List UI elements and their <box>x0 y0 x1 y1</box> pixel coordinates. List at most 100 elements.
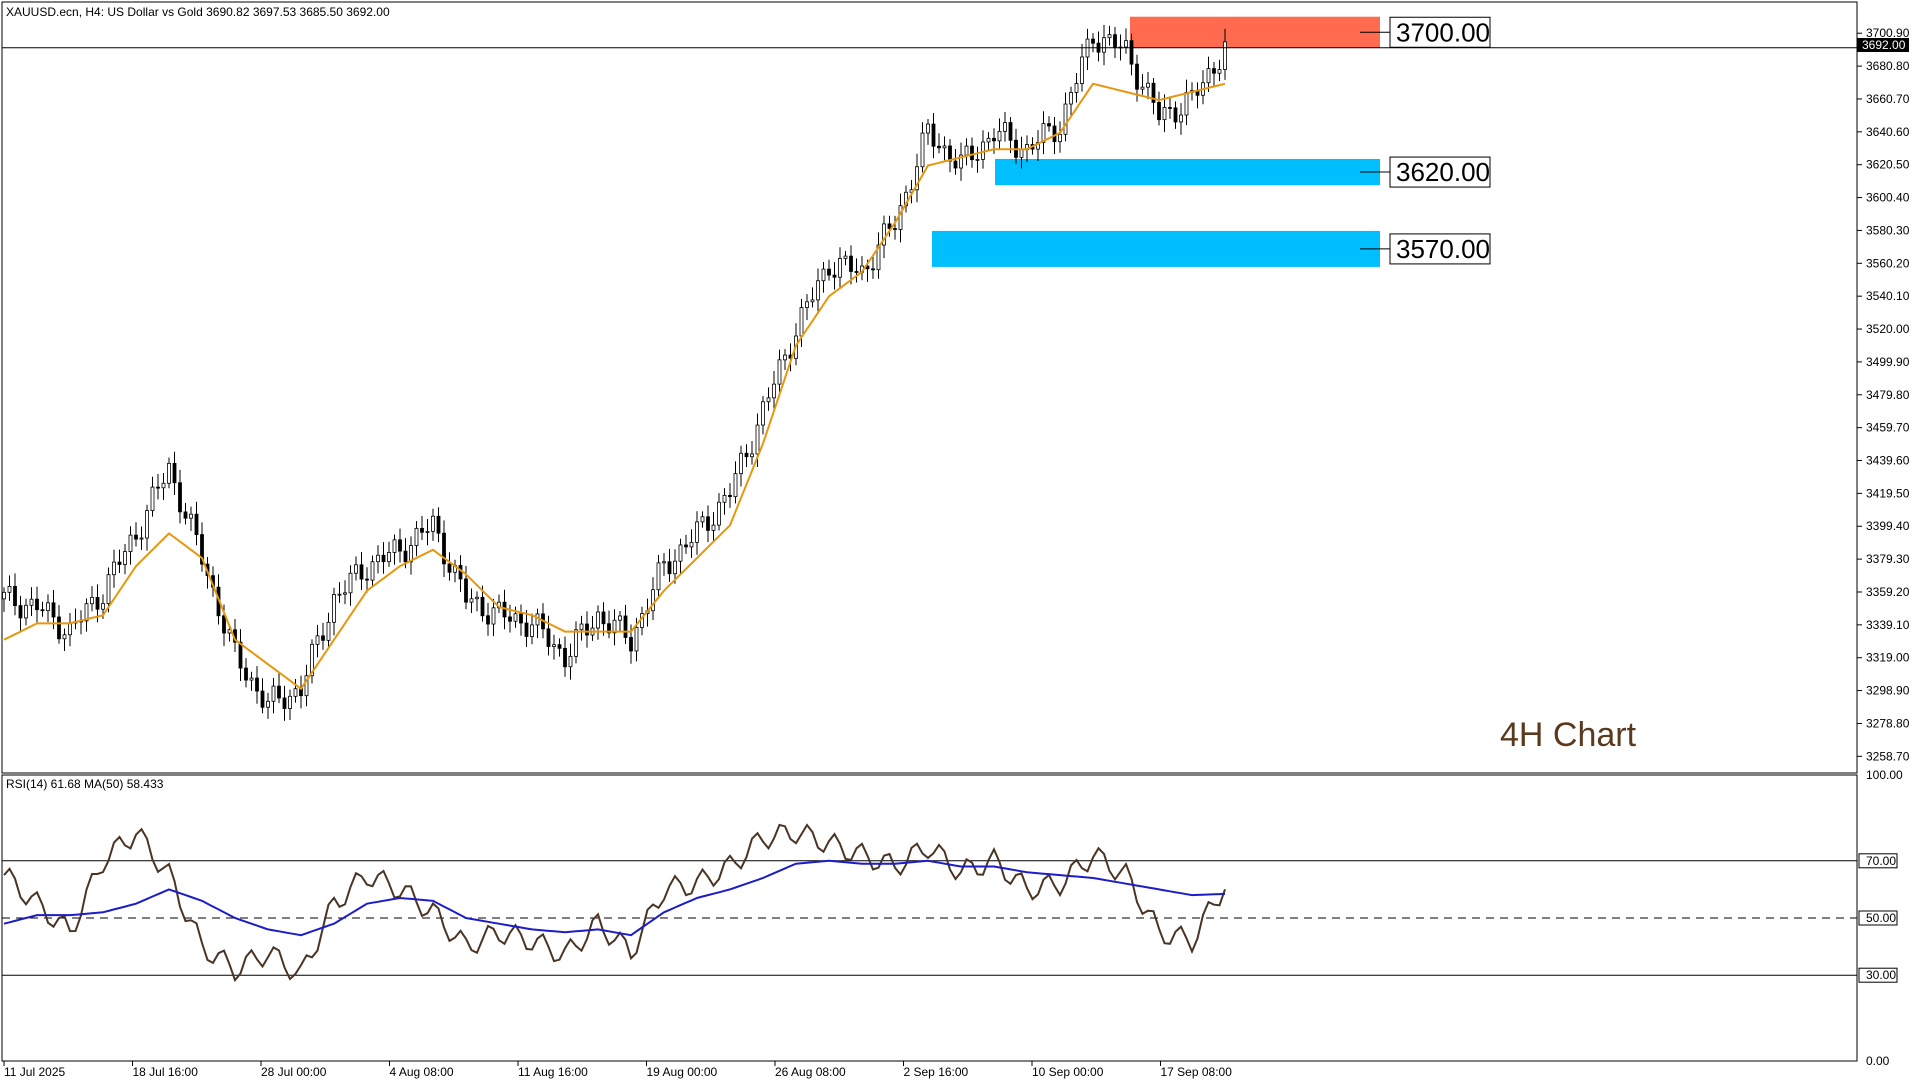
candle-body <box>1206 68 1211 84</box>
candle-body <box>805 301 809 308</box>
candle-body <box>222 615 226 634</box>
candle-body <box>530 624 534 637</box>
candle-body <box>1063 103 1068 135</box>
price-tick-label: 3459.70 <box>1866 421 1910 435</box>
candle-body <box>761 401 765 426</box>
candle-body <box>1223 41 1227 70</box>
candle-body <box>827 268 831 276</box>
candle-body <box>189 513 193 519</box>
candle-body <box>24 604 28 619</box>
candle-body <box>678 544 683 562</box>
candle-body <box>1124 40 1128 48</box>
candle-body <box>816 280 820 301</box>
price-tick-label: 3620.50 <box>1866 158 1910 172</box>
candle-body <box>1069 92 1073 105</box>
candle-body <box>51 602 56 618</box>
header-description: US Dollar vs Gold <box>107 5 202 19</box>
candle-body <box>7 586 12 593</box>
candle-body <box>348 572 353 594</box>
candle-body <box>436 515 441 534</box>
candle-body <box>942 145 947 149</box>
candle-body <box>40 609 45 612</box>
time-tick-label: 11 Aug 16:00 <box>518 1065 588 1079</box>
candle-body <box>1146 82 1150 88</box>
candle-body <box>898 205 903 230</box>
candle-body <box>1047 123 1051 127</box>
candle-body <box>1052 125 1057 143</box>
price-tick-label: 3319.00 <box>1866 651 1910 665</box>
candle-body <box>194 513 199 536</box>
candle-body <box>1113 34 1117 49</box>
candle-body <box>167 462 171 484</box>
price-tick-label: 3278.80 <box>1866 716 1910 730</box>
candle-body <box>13 586 17 606</box>
rsi-lines <box>3 823 1226 983</box>
candle-body <box>596 611 600 629</box>
candle-body <box>717 501 721 526</box>
current-price-label: 3692.00 <box>1862 38 1906 52</box>
candle-body <box>480 596 485 617</box>
zone-resistance <box>1130 16 1380 48</box>
price-tick-label: 3540.10 <box>1866 289 1910 303</box>
rsi-line <box>3 823 1226 983</box>
candle-body <box>469 598 474 603</box>
zone-label: 3700.00 <box>1396 17 1490 47</box>
candle-body <box>35 598 39 611</box>
candle-body <box>926 123 930 134</box>
candle-body <box>629 637 633 652</box>
candle-body <box>651 589 655 612</box>
price-tick-label: 3439.60 <box>1866 454 1910 468</box>
zone-label: 3570.00 <box>1396 234 1490 264</box>
candle-body <box>568 655 573 668</box>
price-tick-label: 3419.50 <box>1866 486 1910 500</box>
time-tick-label: 26 Aug 08:00 <box>775 1065 846 1079</box>
candle-body <box>706 516 710 531</box>
candle-body <box>326 621 331 641</box>
candle-body <box>524 622 529 637</box>
candle-body <box>601 611 606 625</box>
candle-body <box>1074 83 1079 93</box>
candle-body <box>854 271 859 273</box>
candle-body <box>618 615 622 621</box>
candle-body <box>1102 37 1106 53</box>
candle-body <box>700 516 705 523</box>
price-axis: 3700.903680.803660.703640.603620.503600.… <box>1857 26 1910 763</box>
candle-body <box>156 486 160 489</box>
candle-body <box>893 228 897 230</box>
time-tick-label: 17 Sep 08:00 <box>1161 1065 1233 1079</box>
candle-body <box>1135 63 1139 90</box>
candle-body <box>986 137 991 143</box>
candle-body <box>62 634 67 640</box>
candle-body <box>750 453 754 458</box>
candle-body <box>398 539 402 552</box>
candle-body <box>2 591 6 600</box>
candle-body <box>392 539 397 553</box>
candle-body <box>744 452 749 458</box>
candle-body <box>29 598 34 606</box>
candle-body <box>673 560 677 575</box>
candle-body <box>513 613 518 622</box>
price-tick-label: 3640.60 <box>1866 125 1910 139</box>
time-tick-label: 4 Aug 08:00 <box>390 1065 454 1079</box>
candle-body <box>101 603 105 610</box>
price-tick-label: 3600.40 <box>1866 191 1910 205</box>
candle-body <box>365 578 369 581</box>
candle-body <box>1179 114 1183 123</box>
candle-body <box>288 695 292 709</box>
candle-body <box>1091 38 1095 44</box>
candle-body <box>425 531 430 533</box>
candle-body <box>992 137 996 142</box>
candle-body <box>728 494 732 498</box>
candle-body <box>1019 149 1024 158</box>
reference-lines <box>2 860 1857 976</box>
candle-body <box>1173 107 1178 123</box>
candle-body <box>684 544 688 548</box>
candle-body <box>563 647 567 668</box>
candle-body <box>337 593 342 596</box>
time-axis: 11 Jul 2025 18 Jul 16:00 28 Jul 00:00 4 Aug… <box>3 1061 1233 1079</box>
candle-body <box>486 615 490 625</box>
candle-body <box>95 596 100 610</box>
candle-body <box>414 527 419 546</box>
price-panel-frame <box>1 1 1858 774</box>
candle-body <box>387 552 391 563</box>
